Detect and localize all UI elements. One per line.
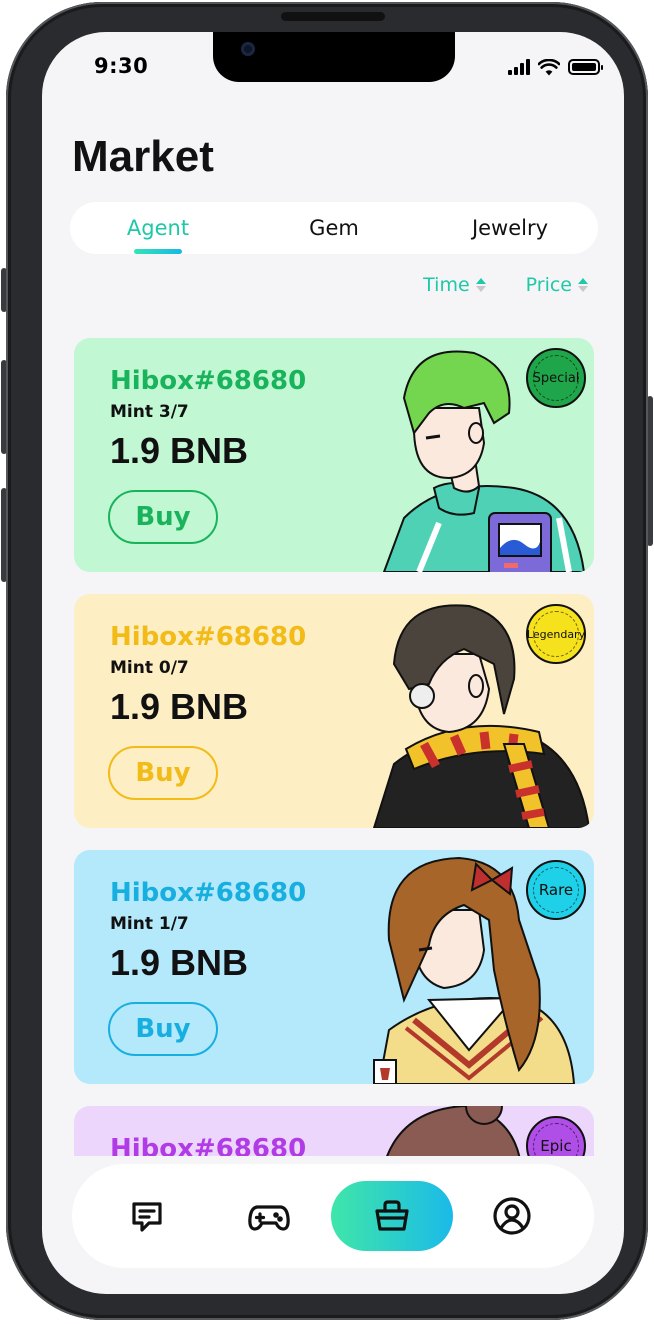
tab-gem-label: Gem <box>309 216 359 240</box>
mint-count: Mint 1/7 <box>110 914 189 934</box>
nft-card-list[interactable]: Hibox#68680 Mint 3/7 1.9 BNB Buy Special… <box>74 338 594 1156</box>
sort-arrows-icon <box>578 278 588 292</box>
mint-count: Mint 0/7 <box>110 658 189 678</box>
sort-by-price[interactable]: Price <box>526 274 588 296</box>
rarity-label: Legendary <box>526 627 586 641</box>
tab-gem[interactable]: Gem <box>246 202 422 254</box>
status-icons <box>508 58 603 76</box>
nav-profile[interactable] <box>477 1181 547 1251</box>
nft-name: Hibox#68680 <box>110 878 307 908</box>
sort-arrows-icon <box>475 278 486 292</box>
active-tab-indicator <box>134 249 182 254</box>
app-screen: 9:30 Market Agent Gem Jewelry Time Price… <box>42 32 624 1294</box>
nft-name: Hibox#68680 <box>110 622 307 652</box>
battery-icon <box>568 59 603 75</box>
nav-market[interactable] <box>331 1181 453 1251</box>
gamepad-icon <box>248 1205 290 1231</box>
nft-card[interactable]: Hibox#68680 Mint 1/7 1.9 BNB Buy Rare <box>74 850 594 1084</box>
rarity-label: Special <box>532 370 580 386</box>
buy-button[interactable]: Buy <box>108 1002 218 1056</box>
sort-price-label: Price <box>525 274 572 296</box>
nav-chat[interactable] <box>112 1181 182 1251</box>
page-title: Market <box>72 132 214 181</box>
tab-agent-label: Agent <box>126 216 190 240</box>
nft-price: 1.9 BNB <box>110 686 249 727</box>
notch <box>213 32 455 82</box>
sort-controls: Time Price <box>423 274 588 296</box>
rarity-badge-special: Special <box>526 348 586 408</box>
nft-price: 1.9 BNB <box>110 942 249 983</box>
nft-card[interactable]: Hibox#68680 Mint 0/7 1.9 BNB Buy Legenda… <box>74 594 594 828</box>
rarity-label: Rare <box>538 881 574 899</box>
camera-icon <box>241 42 255 56</box>
tab-agent[interactable]: Agent <box>70 202 246 254</box>
nft-card[interactable]: Hibox#68680 Epic <box>74 1106 594 1156</box>
sort-time-label: Time <box>423 274 470 296</box>
phone-frame: 9:30 Market Agent Gem Jewelry Time Price… <box>6 2 648 1320</box>
status-time: 9:30 <box>94 54 149 78</box>
tab-jewelry-label: Jewelry <box>471 216 549 240</box>
nft-price: 1.9 BNB <box>110 430 249 471</box>
buy-button[interactable]: Buy <box>108 746 218 800</box>
wifi-icon <box>538 58 560 75</box>
basket-icon <box>375 1200 409 1231</box>
nft-name: Hibox#68680 <box>110 366 307 396</box>
speaker-grille <box>281 12 385 21</box>
nft-name: Hibox#68680 <box>110 1134 307 1156</box>
cellular-signal-icon <box>508 59 530 75</box>
tab-jewelry[interactable]: Jewelry <box>422 202 598 254</box>
mint-count: Mint 3/7 <box>110 402 189 422</box>
category-tabs: Agent Gem Jewelry <box>70 202 598 254</box>
bottom-nav <box>72 1164 594 1268</box>
nav-games[interactable] <box>234 1181 304 1251</box>
rarity-badge-legendary: Legendary <box>526 604 586 664</box>
chat-icon <box>132 1202 162 1232</box>
nft-card[interactable]: Hibox#68680 Mint 3/7 1.9 BNB Buy Special <box>74 338 594 572</box>
rarity-label: Epic <box>540 1137 572 1155</box>
rarity-badge-rare: Rare <box>526 860 586 920</box>
buy-button[interactable]: Buy <box>108 490 218 544</box>
sort-by-time[interactable]: Time <box>423 274 486 296</box>
profile-icon <box>493 1197 531 1235</box>
